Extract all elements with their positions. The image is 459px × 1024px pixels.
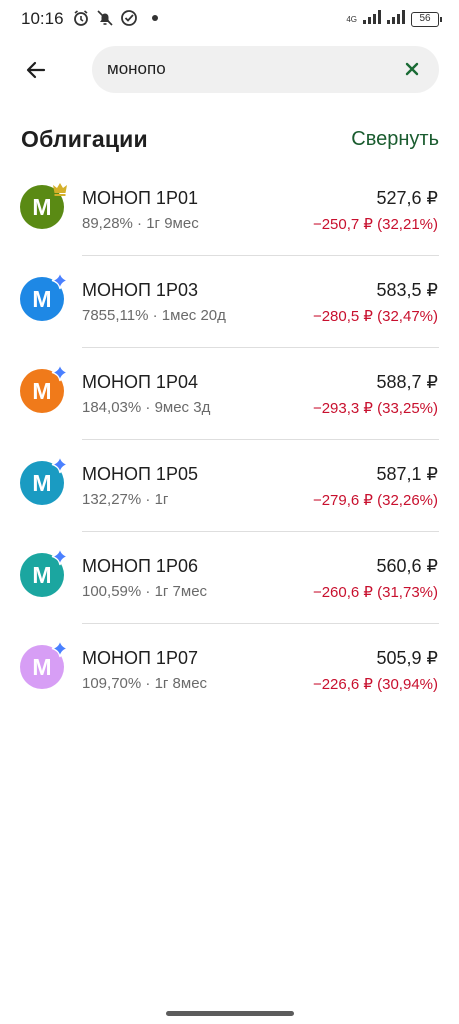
bond-yield: 132,27% [82,491,142,508]
bond-change: −260,6 ₽ (31,73%) [312,584,438,601]
signal-icon-2 [387,10,405,29]
battery-icon: 56 [411,12,442,27]
avatar-letter: М [32,561,52,588]
bond-price: 583,5 ₽ [376,280,439,300]
search-input[interactable] [107,58,377,80]
bond-list-item[interactable]: М МОНОП 1Р06 100,59% · 1г 7мес 560,6 ₽ −… [0,532,459,624]
bond-term: 1г 8мес [154,675,208,692]
bond-avatar: М [20,639,69,689]
bond-yield: 109,70% [82,675,142,692]
arrow-left-icon [26,61,46,79]
bond-avatar: М [20,271,69,321]
avatar-letter: М [32,193,52,220]
bond-name: МОНОП 1Р03 [82,280,198,300]
bond-name: МОНОП 1Р04 [82,372,198,392]
bond-meta: 132,27% · 1г [82,491,169,508]
close-icon [405,62,419,76]
bond-list-item[interactable]: М МОНОП 1Р07 109,70% · 1г 8мес 505,9 ₽ −… [0,624,459,716]
bond-list-item[interactable]: М МОНОП 1Р04 184,03% · 9мес 3д 588,7 ₽ −… [0,348,459,440]
bond-meta: 7855,11% · 1мес 20д [82,307,226,324]
status-system-icons: 4G 56 [346,10,442,29]
bond-yield: 184,03% [82,399,142,416]
sparkle-icon [51,547,69,566]
sparkle-icon [51,639,69,658]
bond-name: МОНОП 1Р07 [82,648,198,668]
bond-change: −250,7 ₽ (32,21%) [312,216,438,233]
collapse-button[interactable]: Свернуть [351,128,439,151]
bond-term: 1г 9мес [146,215,199,232]
bond-avatar: М [20,183,67,229]
home-indicator[interactable] [166,1011,294,1016]
notification-dot-icon [152,15,158,21]
bond-term: 1г [154,491,169,508]
sparkle-icon [51,271,69,290]
status-time: 10:16 [21,9,64,28]
avatar-letter: М [32,285,52,312]
search-box [92,46,439,93]
bond-meta: 109,70% · 1г 8мес [82,675,208,692]
bond-meta: 100,59% · 1г 7мес [82,583,208,600]
bond-change: −280,5 ₽ (32,47%) [312,308,438,325]
bond-price: 588,7 ₽ [376,372,439,392]
network-type: 4G [346,14,357,24]
bond-price: 505,9 ₽ [376,648,439,668]
bond-price: 527,6 ₽ [376,188,439,208]
bond-term: 9мес 3д [154,399,211,416]
bond-list: М МОНОП 1Р01 89,28% · 1г 9мес 527,6 ₽ −2… [0,164,459,716]
status-bar: 10:16 4G 56 [0,0,459,38]
bond-avatar: М [20,455,69,505]
bond-avatar: М [20,547,69,597]
bond-list-item[interactable]: М МОНОП 1Р03 7855,11% · 1мес 20д 583,5 ₽… [0,256,459,348]
bond-change: −293,3 ₽ (33,25%) [312,400,438,417]
bond-yield: 89,28% [82,215,133,232]
bond-term: 1мес 20д [161,307,226,324]
bond-price: 587,1 ₽ [376,464,439,484]
bond-list-item[interactable]: М МОНОП 1Р01 89,28% · 1г 9мес 527,6 ₽ −2… [0,164,459,256]
crown-icon [53,183,67,196]
bond-meta: 89,28% · 1г 9мес [82,215,199,232]
bond-term: 1г 7мес [154,583,208,600]
bond-avatar: М [20,363,69,413]
signal-icon [363,10,381,29]
bond-yield: 7855,11% [82,307,149,324]
status-notification-icons [72,9,158,27]
avatar-letter: М [32,653,52,680]
bond-change: −279,6 ₽ (32,26%) [312,492,438,509]
mute-bell-icon [96,9,114,27]
avatar-letter: М [32,377,52,404]
bond-name: МОНОП 1Р05 [82,464,198,484]
bond-yield: 100,59% [82,583,142,600]
bond-meta: 184,03% · 9мес 3д [82,399,211,416]
bond-change: −226,6 ₽ (30,94%) [312,676,438,693]
bond-price: 560,6 ₽ [376,556,439,576]
section-title: Облигации [21,126,148,152]
bond-name: МОНОП 1Р01 [82,188,198,208]
avatar-letter: М [32,469,52,496]
back-button[interactable] [16,53,56,87]
sparkle-icon [51,455,69,474]
alarm-icon [72,9,90,27]
check-circle-icon [120,9,138,27]
bond-list-item[interactable]: М МОНОП 1Р05 132,27% · 1г 587,1 ₽ −279,6… [0,440,459,532]
bond-name: МОНОП 1Р06 [82,556,198,576]
section-header: Облигации Свернуть [21,124,439,156]
sparkle-icon [51,363,69,382]
clear-search-button[interactable] [401,58,423,80]
